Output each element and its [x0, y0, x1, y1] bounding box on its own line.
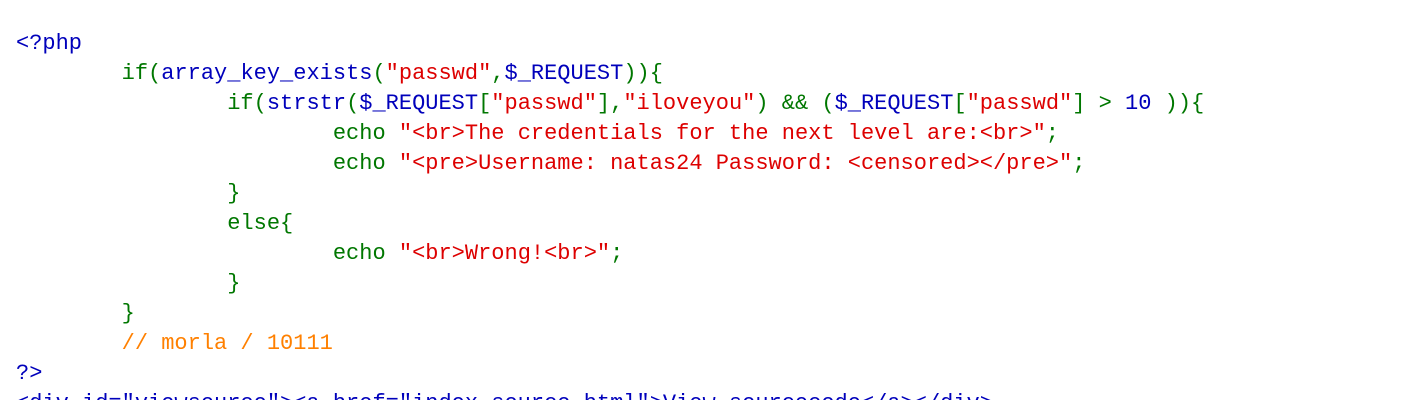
comment-token: // morla / 10111 — [16, 331, 333, 356]
keyword-token: } — [16, 301, 135, 326]
keyword-token: [ — [953, 91, 967, 116]
keyword-token: ) && ( — [755, 91, 835, 116]
keyword-token: echo — [16, 241, 399, 266]
default-token: $_REQUEST — [504, 61, 624, 86]
code-line: ?> — [16, 359, 1204, 389]
default-token: <?php — [16, 31, 83, 56]
code-line: echo "<pre>Username: natas24 Password: <… — [16, 149, 1204, 179]
string-token: "iloveyou" — [623, 91, 756, 116]
string-token: "passwd" — [491, 91, 597, 116]
default-token: $_REQUEST — [359, 91, 479, 116]
string-token: "<pre>Username: natas24 Password: <censo… — [398, 151, 1073, 176]
keyword-token: if( — [16, 61, 162, 86]
default-token: <div id="viewsource"><a href="index-sour… — [16, 391, 993, 400]
keyword-token: echo — [16, 151, 399, 176]
keyword-token: if( — [16, 91, 267, 116]
code-line: } — [16, 179, 1204, 209]
default-token: strstr — [266, 91, 347, 116]
code-line: if(strstr($_REQUEST["passwd"],"iloveyou"… — [16, 89, 1204, 119]
keyword-token: echo — [16, 121, 399, 146]
code-line: if(array_key_exists("passwd",$_REQUEST))… — [16, 59, 1204, 89]
default-token: ?> — [16, 361, 43, 386]
code-line: // morla / 10111 — [16, 329, 1204, 359]
keyword-token: ] > — [1072, 91, 1126, 116]
string-token: "passwd" — [385, 61, 492, 86]
string-token: "<br>Wrong!<br>" — [398, 241, 611, 266]
string-token: "passwd" — [966, 91, 1073, 116]
keyword-token: ; — [1072, 151, 1086, 176]
keyword-token: } — [16, 181, 241, 206]
keyword-token: else{ — [16, 211, 294, 236]
default-token: $_REQUEST — [834, 91, 954, 116]
code-line: <div id="viewsource"><a href="index-sour… — [16, 389, 1204, 400]
source-code-view: <?php if(array_key_exists("passwd",$_REQ… — [0, 0, 1408, 400]
keyword-token: ( — [372, 61, 386, 86]
default-token: array_key_exists — [161, 61, 373, 86]
default-token: 10 — [1125, 91, 1152, 116]
keyword-token: , — [491, 61, 505, 86]
code-line: } — [16, 299, 1204, 329]
string-token: "<br>The credentials for the next level … — [398, 121, 1046, 146]
keyword-token: } — [16, 271, 241, 296]
keyword-token: ], — [596, 91, 624, 116]
keyword-token: ( — [346, 91, 360, 116]
code-line: <?php — [16, 29, 1204, 59]
keyword-token: [ — [478, 91, 492, 116]
php-source-code: <?php if(array_key_exists("passwd",$_REQ… — [16, 29, 1204, 400]
keyword-token: )){ — [623, 61, 663, 86]
code-line: echo "<br>Wrong!<br>"; — [16, 239, 1204, 269]
keyword-token: )){ — [1151, 91, 1205, 116]
keyword-token: ; — [1045, 121, 1059, 146]
code-line: } — [16, 269, 1204, 299]
code-line: else{ — [16, 209, 1204, 239]
code-line: echo "<br>The credentials for the next l… — [16, 119, 1204, 149]
keyword-token: ; — [610, 241, 624, 266]
